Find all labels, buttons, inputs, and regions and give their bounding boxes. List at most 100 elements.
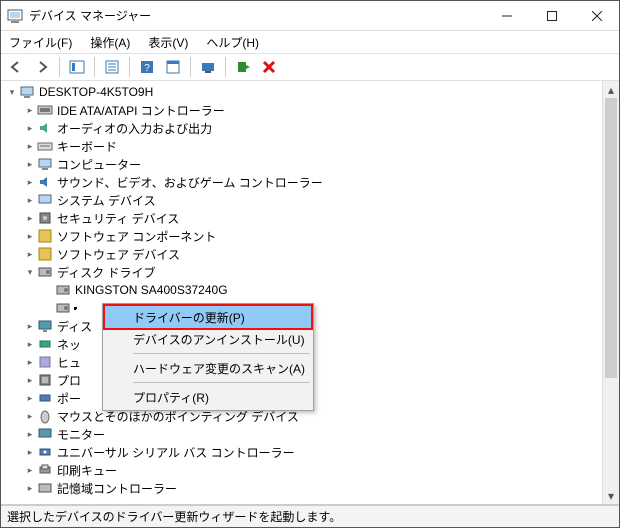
vertical-scrollbar[interactable]: ▴ ▾ xyxy=(602,81,619,504)
window-title: デバイス マネージャー xyxy=(29,7,484,24)
disk-icon xyxy=(55,282,71,298)
window-controls xyxy=(484,1,619,30)
tree-node-cat2-6[interactable]: ▸ モニター xyxy=(1,425,602,443)
help-button[interactable]: ? xyxy=(136,56,158,78)
tree-node-cat-1[interactable]: ▸ オーディオの入力および出力 xyxy=(1,119,602,137)
tree-node-cat-5[interactable]: ▸ システム デバイス xyxy=(1,191,602,209)
expand-icon[interactable]: ▸ xyxy=(23,175,37,189)
scroll-thumb[interactable] xyxy=(605,98,617,378)
expand-icon[interactable]: ▸ xyxy=(23,481,37,495)
expand-icon[interactable]: ▸ xyxy=(23,409,37,423)
ctx-properties[interactable]: プロパティ(R) xyxy=(105,386,311,408)
tree-node-cat2-7[interactable]: ▸ ユニバーサル シリアル バス コントローラー xyxy=(1,443,602,461)
expand-icon[interactable]: ▾ xyxy=(23,265,37,279)
tree-node-cat-6[interactable]: ▸ セキュリティ デバイス xyxy=(1,209,602,227)
device-tree[interactable]: ▾ DESKTOP-4K5TO9H ▸ IDE ATA/ATAPI コントローラ… xyxy=(1,81,602,504)
expand-icon[interactable]: ▸ xyxy=(23,373,37,387)
scroll-down-arrow[interactable]: ▾ xyxy=(603,487,619,504)
tree-node-cat-7[interactable]: ▸ ソフトウェア コンポーネント xyxy=(1,227,602,245)
tree-node-cat2-9[interactable]: ▸ 記憶域コントローラー xyxy=(1,479,602,497)
expand-icon[interactable]: ▸ xyxy=(23,463,37,477)
expand-icon[interactable]: ▸ xyxy=(23,157,37,171)
tree-node-label: ポー xyxy=(57,390,81,407)
details-button[interactable] xyxy=(162,56,184,78)
swcomp-icon xyxy=(37,228,53,244)
audio-icon xyxy=(37,120,53,136)
menu-help[interactable]: ヘルプ(H) xyxy=(204,32,261,53)
hid-icon xyxy=(37,354,53,370)
tree-node-disk-device-0[interactable]: KINGSTON SA400S37240G xyxy=(1,281,602,299)
tree-node-label: キーボード xyxy=(57,138,117,155)
tree-node-cat-4[interactable]: ▸ サウンド、ビデオ、およびゲーム コントローラー xyxy=(1,173,602,191)
ctx-uninstall-device[interactable]: デバイスのアンインストール(U) xyxy=(105,328,311,350)
sound-icon xyxy=(37,174,53,190)
tree-node-label: IDE ATA/ATAPI コントローラー xyxy=(57,102,225,119)
uninstall-device-button[interactable] xyxy=(258,56,280,78)
scroll-up-arrow[interactable]: ▴ xyxy=(603,81,619,98)
disk-icon xyxy=(37,264,53,280)
tree-node-label: ユニバーサル シリアル バス コントローラー xyxy=(57,444,295,461)
context-menu: ドライバーの更新(P) デバイスのアンインストール(U) ハードウェア変更のスキ… xyxy=(102,303,314,411)
content-area: ▾ DESKTOP-4K5TO9H ▸ IDE ATA/ATAPI コントローラ… xyxy=(1,81,619,527)
menu-file[interactable]: ファイル(F) xyxy=(7,32,74,53)
tree-node-label: モニター xyxy=(57,426,105,443)
ctx-separator xyxy=(133,382,310,383)
tree-node-cat-8[interactable]: ▸ ソフトウェア デバイス xyxy=(1,245,602,263)
expand-icon[interactable]: ▸ xyxy=(23,229,37,243)
menu-action[interactable]: 操作(A) xyxy=(88,32,132,53)
forward-button[interactable] xyxy=(31,56,53,78)
tree-node-root[interactable]: ▾ DESKTOP-4K5TO9H xyxy=(1,83,602,101)
show-hide-tree-button[interactable] xyxy=(66,56,88,78)
maximize-button[interactable] xyxy=(529,1,574,30)
expand-icon[interactable]: ▸ xyxy=(23,121,37,135)
disk-icon xyxy=(55,300,71,316)
expand-icon[interactable]: ▸ xyxy=(23,247,37,261)
expand-icon[interactable]: ▸ xyxy=(23,103,37,117)
properties-button[interactable] xyxy=(101,56,123,78)
expand-icon[interactable]: ▸ xyxy=(23,211,37,225)
ctx-scan-hardware[interactable]: ハードウェア変更のスキャン(A) xyxy=(105,357,311,379)
close-button[interactable] xyxy=(574,1,619,30)
toolbar-separator xyxy=(59,57,60,77)
expand-icon[interactable]: ▸ xyxy=(23,427,37,441)
ctx-update-driver[interactable]: ドライバーの更新(P) xyxy=(105,306,311,328)
expand-icon[interactable]: ▸ xyxy=(23,445,37,459)
expand-icon[interactable]: ▾ xyxy=(5,85,19,99)
expand-icon[interactable]: ▸ xyxy=(23,139,37,153)
monitor-icon xyxy=(37,426,53,442)
tree-node-cat-2[interactable]: ▸ キーボード xyxy=(1,137,602,155)
port-icon xyxy=(37,390,53,406)
expand-icon[interactable]: ▸ xyxy=(23,337,37,351)
expand-icon[interactable]: ▸ xyxy=(23,319,37,333)
menu-view[interactable]: 表示(V) xyxy=(146,32,190,53)
tree-node-cat2-8[interactable]: ▸ 印刷キュー xyxy=(1,461,602,479)
mouse-icon xyxy=(37,408,53,424)
tree-node-label: ヒュ xyxy=(57,354,81,371)
expand-icon[interactable] xyxy=(41,283,55,297)
expand-icon[interactable]: ▸ xyxy=(23,193,37,207)
ctx-separator xyxy=(133,353,310,354)
tree-node-cat-3[interactable]: ▸ コンピューター xyxy=(1,155,602,173)
scan-hardware-button[interactable] xyxy=(197,56,219,78)
svg-text:?: ? xyxy=(144,63,150,74)
back-button[interactable] xyxy=(5,56,27,78)
expand-icon[interactable] xyxy=(41,301,55,315)
usb-icon xyxy=(37,444,53,460)
tree-node-label: コンピューター xyxy=(57,156,141,173)
tree-node-label: プロ xyxy=(57,372,81,389)
tree-node-label: ソフトウェア デバイス xyxy=(57,246,180,263)
expand-icon[interactable]: ▸ xyxy=(23,391,37,405)
minimize-button[interactable] xyxy=(484,1,529,30)
tree-node-disk-category[interactable]: ▾ ディスク ドライブ xyxy=(1,263,602,281)
toolbar: ? xyxy=(1,53,619,81)
tree-node-label: ソフトウェア コンポーネント xyxy=(57,228,216,245)
toolbar-separator xyxy=(94,57,95,77)
tree-node-label: ネッ xyxy=(57,336,81,353)
update-driver-button[interactable] xyxy=(232,56,254,78)
app-icon xyxy=(7,8,23,24)
expand-icon[interactable]: ▸ xyxy=(23,355,37,369)
network-icon xyxy=(37,336,53,352)
tree-node-cat-0[interactable]: ▸ IDE ATA/ATAPI コントローラー xyxy=(1,101,602,119)
tree-node-label: 記憶域コントローラー xyxy=(57,480,177,497)
titlebar: デバイス マネージャー xyxy=(1,1,619,31)
